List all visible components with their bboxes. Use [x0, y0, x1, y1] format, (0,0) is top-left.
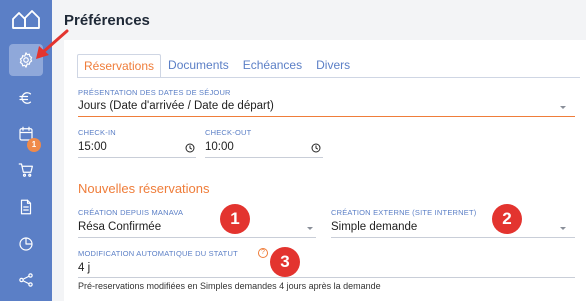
creation-manava-label: Création depuis Manava	[78, 208, 184, 217]
tab-documents[interactable]: Documents	[161, 54, 236, 78]
annotation-badge-3: 3	[270, 247, 300, 277]
sidebar-item-calendar[interactable]	[0, 118, 52, 150]
share-icon	[19, 273, 33, 287]
page-title: Préférences	[64, 12, 150, 29]
checkin-underline	[78, 157, 196, 158]
creation-externe-label: Création externe (site internet)	[331, 208, 477, 217]
creation-externe-underline	[331, 237, 575, 238]
date-presentation-underline	[78, 116, 575, 117]
tab-reservations[interactable]: Réservations	[77, 54, 162, 78]
sidebar-item-finance[interactable]	[0, 82, 52, 114]
pie-chart-icon	[19, 237, 33, 251]
sidebar-item-share[interactable]	[0, 264, 52, 296]
auto-status-hint: Pré-reservations modifiées en Simples de…	[78, 281, 381, 291]
date-presentation-label: Présentation des dates de séjour	[78, 88, 231, 97]
date-presentation-select[interactable]: Jours (Date d'arrivée / Date de départ)	[78, 100, 274, 112]
clock-icon[interactable]	[311, 143, 321, 153]
euro-icon	[19, 92, 32, 104]
document-icon	[20, 199, 32, 215]
chevron-down-icon	[560, 106, 566, 109]
tabs-divider	[77, 77, 580, 78]
annotation-badge-2: 2	[492, 204, 522, 234]
checkin-input[interactable]: 15:00	[78, 141, 107, 153]
tab-bar: Réservations Documents Echéances Divers	[77, 54, 358, 78]
preferences-card	[64, 40, 586, 301]
chevron-down-icon	[560, 227, 566, 230]
calendar-badge: 1	[27, 138, 41, 152]
section-title-new-reservations: Nouvelles réservations	[78, 181, 210, 196]
checkout-input[interactable]: 10:00	[205, 141, 234, 153]
annotation-badge-1: 1	[220, 204, 250, 234]
creation-externe-select[interactable]: Simple demande	[331, 221, 417, 233]
auto-status-label: Modification automatique du statut	[78, 249, 238, 258]
sidebar-item-cart[interactable]	[0, 154, 52, 186]
auto-status-underline	[78, 277, 575, 278]
checkin-label: Check-in	[78, 128, 116, 137]
checkout-label: Check-out	[205, 128, 252, 137]
auto-status-input[interactable]: 4 j	[78, 262, 90, 274]
help-icon[interactable]: ?	[258, 248, 268, 258]
tab-echeances[interactable]: Echéances	[235, 54, 310, 78]
checkout-underline	[205, 157, 323, 158]
chevron-down-icon	[307, 227, 313, 230]
cart-icon	[18, 163, 33, 177]
clock-icon[interactable]	[185, 143, 195, 153]
creation-manava-select[interactable]: Résa Confirmée	[78, 221, 161, 233]
tab-divers[interactable]: Divers	[309, 54, 358, 78]
sidebar-item-stats[interactable]	[0, 228, 52, 260]
sidebar-item-documents[interactable]	[0, 191, 52, 223]
creation-manava-underline	[78, 237, 316, 238]
